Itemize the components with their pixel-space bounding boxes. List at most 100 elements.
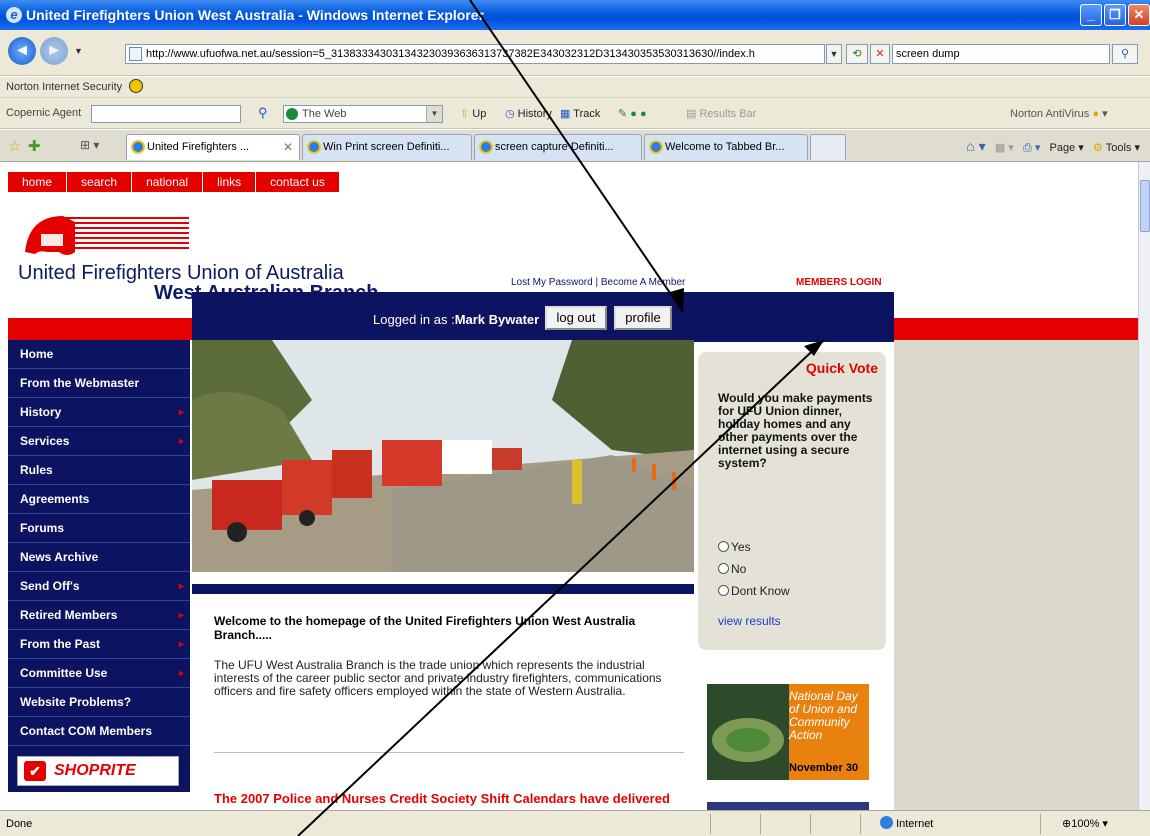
add-favorite-icon[interactable]: ✚ (28, 137, 41, 155)
nav-links-link[interactable]: links (203, 172, 257, 192)
vote-option-yes[interactable]: Yes (718, 540, 751, 554)
status-bar: Done Internet ⊕100% ▾ (0, 810, 1150, 836)
vote-option-dont-know[interactable]: Dont Know (718, 584, 790, 598)
sidenav-services[interactable]: Services ► (8, 427, 190, 456)
favorites-star-icon[interactable]: ☆ (8, 137, 21, 155)
logout-button[interactable]: log out (545, 306, 607, 330)
search-scope-select[interactable]: The Web ▼ (283, 105, 443, 123)
chevron-down-icon[interactable]: ▼ (426, 106, 442, 122)
results-bar-button[interactable]: ▤ Results Bar (686, 107, 756, 120)
history-button[interactable]: ◷ History (505, 107, 552, 120)
refresh-button[interactable]: ⟲ (846, 44, 868, 64)
banner-text: National Day of Union and Community Acti… (789, 689, 858, 742)
scrollbar-thumb[interactable] (1140, 180, 1150, 232)
forward-button[interactable]: ► (40, 37, 68, 65)
security-zone: Internet (880, 811, 933, 836)
vote-option-no[interactable]: No (718, 562, 746, 576)
sidenav-website-problems[interactable]: Website Problems? (8, 688, 190, 717)
recent-pages-dropdown[interactable]: ▼ (74, 46, 83, 56)
divider (214, 752, 684, 753)
search-icon[interactable]: ⚲ (1112, 44, 1138, 64)
page-menu[interactable]: Page ▾ (1050, 142, 1084, 154)
sidenav-send-offs[interactable]: Send Off's ► (8, 572, 190, 601)
checkmark-icon: ✔ (24, 761, 46, 781)
radio-button (718, 541, 729, 552)
ie-page-icon (479, 140, 493, 154)
sidenav-committee-use[interactable]: Committee Use ► (8, 659, 190, 688)
close-window-button[interactable]: ✕ (1128, 4, 1150, 26)
zoom-level[interactable]: ⊕100% ▾ (1062, 811, 1108, 836)
quick-tabs-icon[interactable]: ⊞ ▾ (80, 138, 99, 152)
news-headline-link[interactable]: The 2007 Police and Nurses Credit Societ… (214, 790, 684, 810)
tools-menu[interactable]: ⚙ Tools ▾ (1093, 142, 1140, 154)
search-input[interactable]: screen dump (892, 44, 1110, 64)
sidenav-retired-members[interactable]: Retired Members ► (8, 601, 190, 630)
search-icon[interactable]: ⚲ (258, 105, 268, 121)
globe-icon (880, 816, 893, 829)
tab-win-print-screen[interactable]: Win Print screen Definiti... (302, 134, 472, 160)
search-scope-value: The Web (302, 108, 347, 120)
sidenav-news-archive[interactable]: News Archive (8, 543, 190, 572)
close-tab-icon[interactable]: ✕ (283, 135, 293, 159)
feeds-icon[interactable]: ▩ ▾ (995, 142, 1014, 154)
track-button[interactable]: ▦ Track (560, 107, 600, 120)
vertical-scrollbar[interactable] (1138, 162, 1150, 810)
submenu-arrow-icon: ► (177, 436, 186, 446)
logged-in-username: Mark Bywater (454, 312, 540, 327)
tab-welcome-tabbed[interactable]: Welcome to Tabbed Br... (644, 134, 808, 160)
banner-date: November 30 (789, 762, 859, 774)
maximize-button[interactable]: ❐ (1104, 4, 1126, 26)
submenu-arrow-icon: ► (177, 639, 186, 649)
back-button[interactable]: ◄ (8, 37, 36, 65)
tab-screen-capture[interactable]: screen capture Definiti... (474, 134, 642, 160)
window-title-bar: e United Firefighters Union West Austral… (0, 0, 1150, 30)
norton-icon[interactable] (129, 79, 144, 93)
norton-antivirus-button[interactable]: Norton AntiVirus ● ▾ (1010, 107, 1108, 120)
minimize-button[interactable]: _ (1080, 4, 1102, 26)
top-navigation: home search national links contact us (8, 172, 340, 192)
stop-button[interactable]: ✕ (870, 44, 890, 64)
address-bar[interactable]: http://www.ufuofwa.net.au/session=5_3138… (125, 44, 825, 64)
new-tab-button[interactable] (810, 134, 846, 160)
tab-label: screen capture Definiti... (495, 141, 614, 153)
sidenav-history[interactable]: History ► (8, 398, 190, 427)
home-icon[interactable]: ⌂ ▾ (966, 138, 985, 154)
sidenav-home[interactable]: Home (8, 340, 190, 369)
norton-label[interactable]: Norton Internet Security (6, 81, 122, 93)
copernic-toolbar: Copernic Agent ⚲ The Web ▼ ⇧ Up ◷ Histor… (0, 97, 1150, 129)
copernic-search-input[interactable] (91, 105, 241, 123)
members-login-label[interactable]: MEMBERS LOGIN (796, 277, 882, 288)
quick-vote-question: Would you make payments for UFU Union di… (718, 391, 873, 470)
national-day-banner[interactable]: National Day of Union and Community Acti… (707, 684, 869, 780)
profile-button[interactable]: profile (614, 306, 672, 330)
sidenav-forums[interactable]: Forums (8, 514, 190, 543)
view-results-link[interactable]: view results (718, 614, 781, 628)
login-bar (192, 292, 894, 342)
right-gutter (894, 340, 1138, 810)
stadium-image (707, 684, 789, 780)
up-button[interactable]: ⇧ Up (460, 107, 486, 120)
sidenav-contact-com-members[interactable]: Contact COM Members (8, 717, 190, 746)
nav-home-link[interactable]: home (8, 172, 68, 192)
sidenav-agreements[interactable]: Agreements (8, 485, 190, 514)
sidenav-from-the-webmaster[interactable]: From the Webmaster (8, 369, 190, 398)
address-dropdown-button[interactable]: ▼ (826, 44, 842, 64)
welcome-heading: Welcome to the homepage of the United Fi… (214, 614, 636, 642)
ie-page-icon (649, 140, 663, 154)
print-icon[interactable]: ⎙ ▾ (1023, 142, 1040, 154)
second-banner[interactable] (707, 802, 869, 810)
sidenav-rules[interactable]: Rules (8, 456, 190, 485)
sidenav-from-the-past[interactable]: From the Past ► (8, 630, 190, 659)
shoprite-banner[interactable]: ✔ SHOPRITE (17, 756, 179, 786)
lost-password-become-member-links[interactable]: Lost My Password | Become A Member (511, 277, 685, 288)
nav-national-link[interactable]: national (132, 172, 204, 192)
highlight-icon[interactable]: ✎ ● ● (618, 107, 647, 120)
nav-search-link[interactable]: search (67, 172, 133, 192)
submenu-arrow-icon: ► (177, 407, 186, 417)
quick-vote-title: Quick Vote (805, 360, 878, 376)
nav-contact-us-link[interactable]: contact us (256, 172, 340, 192)
norton-toolbar: Norton Internet Security (0, 77, 1150, 97)
window-title: United Firefighters Union West Australia… (26, 7, 485, 23)
tab-united-firefighters[interactable]: United Firefighters ... ✕ (126, 134, 300, 160)
radio-button (718, 585, 729, 596)
